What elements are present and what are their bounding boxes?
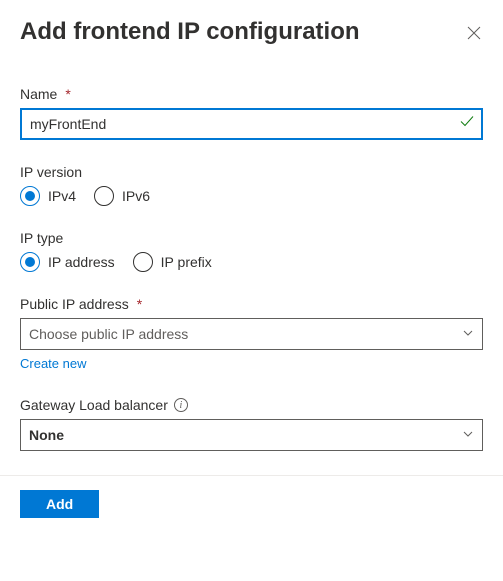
add-button[interactable]: Add xyxy=(20,490,99,518)
public-ip-label: Public IP address* xyxy=(20,296,483,312)
radio-label: IPv6 xyxy=(122,188,150,204)
radio-label: IP address xyxy=(48,254,115,270)
name-label: Name* xyxy=(20,86,483,102)
radio-icon xyxy=(133,252,153,272)
radio-icon xyxy=(20,252,40,272)
select-value: Choose public IP address xyxy=(29,326,188,342)
ip-type-address-radio[interactable]: IP address xyxy=(20,252,115,272)
ip-version-label: IP version xyxy=(20,164,483,180)
page-title: Add frontend IP configuration xyxy=(20,18,360,46)
radio-icon xyxy=(94,186,114,206)
radio-label: IP prefix xyxy=(161,254,212,270)
chevron-down-icon xyxy=(462,427,474,443)
ip-type-label: IP type xyxy=(20,230,483,246)
gateway-lb-label: Gateway Load balancer i xyxy=(20,397,483,413)
create-new-link[interactable]: Create new xyxy=(20,356,86,371)
check-icon xyxy=(459,114,475,135)
radio-icon xyxy=(20,186,40,206)
ip-version-ipv4-radio[interactable]: IPv4 xyxy=(20,186,76,206)
name-input[interactable] xyxy=(20,108,483,140)
gateway-lb-select[interactable]: None xyxy=(20,419,483,451)
ip-version-ipv6-radio[interactable]: IPv6 xyxy=(94,186,150,206)
footer-separator xyxy=(0,475,503,476)
chevron-down-icon xyxy=(462,326,474,342)
ip-type-prefix-radio[interactable]: IP prefix xyxy=(133,252,212,272)
radio-label: IPv4 xyxy=(48,188,76,204)
close-icon xyxy=(467,26,481,40)
close-button[interactable] xyxy=(465,24,483,42)
select-value: None xyxy=(29,427,64,443)
public-ip-select[interactable]: Choose public IP address xyxy=(20,318,483,350)
info-icon[interactable]: i xyxy=(174,398,188,412)
